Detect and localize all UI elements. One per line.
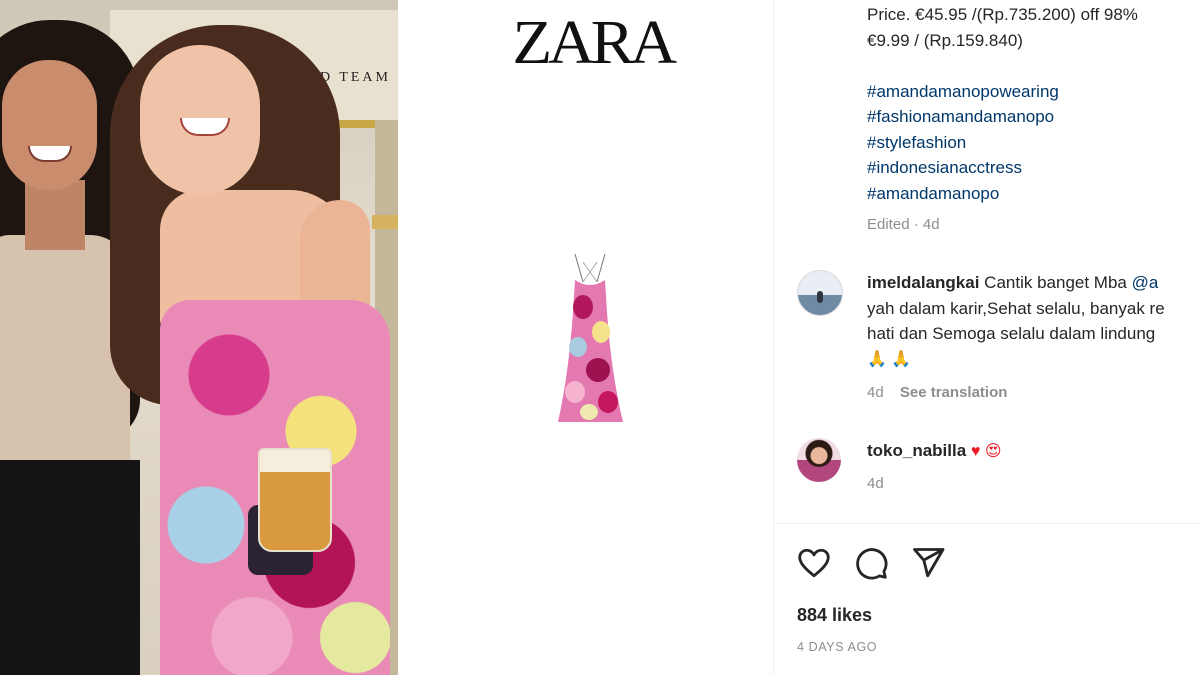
- beer-glass: [258, 448, 332, 552]
- hashtag-link[interactable]: #amandamanopowearing: [867, 79, 1200, 105]
- hashtag-link[interactable]: #fashionamandamanopo: [867, 104, 1200, 130]
- caption-price-line: Price. €45.95 /(Rp.735.200) off 98%: [867, 5, 1138, 24]
- comment-meta: 4d: [867, 475, 884, 492]
- zara-logo: ZARA: [512, 9, 677, 77]
- see-translation-link[interactable]: See translation: [900, 384, 1008, 401]
- comment-username[interactable]: toko_nabilla: [867, 441, 966, 460]
- comment: toko_nabilla ♥ 😍: [867, 438, 1200, 464]
- post-photo[interactable]: ZO AND TEAM: [0, 0, 398, 675]
- person-left-face: [2, 60, 97, 190]
- avatar-figure: [817, 291, 823, 303]
- product-panel[interactable]: ZARA: [398, 0, 773, 675]
- comment-username[interactable]: imeldalangkai: [867, 273, 979, 292]
- comment-text-line: yah dalam karir,Sehat selalu, banyak re: [867, 298, 1165, 318]
- paper-plane-icon: [913, 548, 945, 578]
- post-details-panel: Price. €45.95 /(Rp.735.200) off 98% €9.9…: [773, 0, 1200, 675]
- shelf-trim: [372, 215, 398, 229]
- commenter-avatar[interactable]: [797, 438, 841, 482]
- post-timestamp: 4 DAYS AGO: [797, 640, 878, 654]
- heart-outline-icon: [798, 548, 830, 578]
- comment-button[interactable]: [853, 545, 889, 581]
- heart-emoji: ♥ 😍: [970, 442, 1002, 460]
- edited-timestamp: Edited · 4d: [867, 216, 940, 233]
- like-button[interactable]: [796, 545, 832, 581]
- comment-time: 4d: [867, 384, 884, 401]
- comment-bubble-icon: [856, 548, 888, 580]
- comment-mention[interactable]: @a: [1132, 273, 1159, 292]
- comment-text-line: hati dan Semoga selalu dalam lindung: [867, 324, 1156, 343]
- share-button[interactable]: [910, 545, 946, 581]
- comment-meta: 4d See translation: [867, 384, 1007, 401]
- hashtag-link[interactable]: #indonesianacctress: [867, 155, 1200, 181]
- praying-hands-emoji: 🙏 🙏: [867, 351, 912, 369]
- product-dress-image: [558, 253, 623, 422]
- hashtag-link[interactable]: #amandamanopo: [867, 181, 1200, 207]
- person-left-pants: [0, 460, 140, 675]
- comment-time: 4d: [867, 475, 884, 492]
- post-caption: Price. €45.95 /(Rp.735.200) off 98% €9.9…: [867, 2, 1200, 206]
- comment-text: Cantik banget Mba: [984, 273, 1132, 292]
- commenter-avatar[interactable]: [797, 270, 843, 316]
- likes-count[interactable]: 884 likes: [797, 605, 872, 626]
- caption-sale-price-line: €9.99 / (Rp.159.840): [867, 30, 1023, 50]
- divider: [774, 523, 1200, 524]
- person-left-neck: [25, 180, 85, 250]
- comment: imeldalangkai Cantik banget Mba @a yah d…: [867, 270, 1200, 372]
- hashtag-link[interactable]: #stylefashion: [867, 130, 1200, 156]
